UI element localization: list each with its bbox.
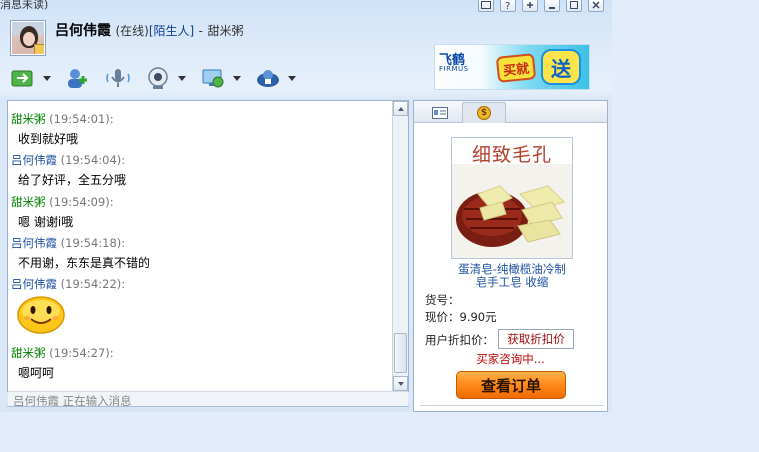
truncated-line: • • (18, 101, 33, 106)
video-icon (148, 67, 168, 89)
message-text: 嗯 谢谢i哦 (18, 215, 74, 229)
message-header: 吕何伟霞 (19:54:22): (11, 276, 125, 292)
smiley-icon (17, 296, 65, 334)
contact-name[interactable]: 吕何伟霞 (55, 23, 111, 39)
consult-status: 买家咨询中... (476, 352, 545, 366)
message-time: (19:54:09): (49, 195, 114, 209)
input-toolbar-edge (7, 406, 409, 412)
contact-header: 吕何伟霞 (在线)[陌生人] - 甜米粥 (55, 20, 243, 40)
svg-text:?: ? (505, 1, 510, 10)
message-text: 收到就好哦 (18, 132, 79, 146)
message-time: (19:54:18): (60, 236, 126, 250)
ad-brand-en: FIRMUS (439, 65, 469, 73)
peer-name: 甜米粥 (207, 24, 244, 38)
add-friend-icon (68, 69, 87, 88)
arrow-up-icon (397, 106, 404, 111)
soap-photo (452, 164, 572, 258)
message-header: 甜米粥 (19:54:09): (11, 194, 114, 210)
message-header: 甜米粥 (19:54:27): (11, 345, 114, 361)
divider (420, 405, 604, 406)
message-text: 不用谢，东东是真不错的 (18, 256, 151, 270)
profile-card-icon (432, 106, 448, 119)
message-sender[interactable]: 吕何伟霞 (11, 277, 57, 291)
scroll-down-button[interactable] (393, 376, 408, 391)
ad-banner[interactable]: 飞鹤 FIRMUS 买就 送 (434, 44, 590, 90)
title-bar: 消息未读) ? (0, 0, 612, 14)
product-image-caption: 细致毛孔 (471, 144, 552, 166)
video-button[interactable] (145, 66, 186, 90)
window-title: 消息未读) (0, 0, 49, 11)
coin-icon: $ (477, 106, 491, 120)
get-discount-button[interactable]: 获取折扣价 (498, 329, 574, 349)
contact-status: (在线) (115, 24, 149, 38)
app-button[interactable] (255, 66, 296, 90)
view-order-button[interactable]: 查看订单 (456, 371, 566, 399)
message-sender[interactable]: 吕何伟霞 (11, 236, 57, 250)
header-separator: - (198, 24, 203, 38)
ad-buy-text: 买就 (495, 53, 537, 83)
item-number-label: 货号： (425, 293, 460, 307)
toolbar (10, 66, 310, 90)
chevron-down-icon[interactable] (178, 75, 186, 81)
arrow-down-icon (397, 381, 404, 386)
avatar[interactable] (10, 20, 46, 56)
chat-scrollbar[interactable] (392, 101, 408, 391)
help-icon[interactable]: ? (500, 0, 516, 12)
side-panel: $ 细致毛孔 蛋清皂-纯橄榄油冷制 皂手工皂 收缩 货号： 现价：9.90元 用… (413, 100, 608, 412)
ad-send-text: 送 (541, 49, 581, 85)
product-name-line: 皂手工皂 收缩 (475, 275, 549, 289)
skin-icon[interactable] (478, 0, 494, 12)
add-friend-button[interactable] (65, 66, 91, 90)
tab-shop[interactable]: $ (462, 102, 506, 123)
message-sender[interactable]: 甜米粥 (11, 112, 46, 126)
price-row: 现价：9.90元 (425, 309, 497, 325)
pin-icon[interactable] (522, 0, 538, 12)
chevron-down-icon[interactable] (288, 75, 296, 81)
remote-assist-button[interactable] (200, 66, 241, 90)
product-image[interactable]: 细致毛孔 (451, 137, 573, 259)
message-sender[interactable]: 甜米粥 (11, 195, 46, 209)
message-time: (19:54:27): (49, 346, 114, 360)
price-value: 9.90元 (459, 310, 497, 324)
message-header: 吕何伟霞 (19:54:04): (11, 152, 125, 168)
maximize-icon[interactable] (566, 0, 582, 12)
message-header: 吕何伟霞 (19:54:18): (11, 235, 125, 251)
app-icon (257, 70, 279, 87)
voice-button[interactable] (105, 66, 131, 90)
product-name-link[interactable]: 蛋清皂-纯橄榄油冷制 皂手工皂 收缩 (422, 263, 602, 289)
chat-window: 消息未读) ? 吕何伟霞 (在线)[陌生人] - 甜米粥 飞鹤 FIRMUS 买… (0, 0, 612, 412)
price-label: 现价： (425, 310, 460, 324)
scroll-thumb[interactable] (394, 333, 407, 373)
tab-profile[interactable] (418, 102, 462, 123)
message-header: 甜米粥 (19:54:01): (11, 111, 114, 127)
message-history[interactable]: • • 甜米粥 (19:54:01): 收到就好哦 吕何伟霞 (19:54:04… (7, 100, 409, 409)
transfer-button[interactable] (10, 66, 51, 90)
discount-label: 用户折扣价： (425, 333, 494, 347)
stranger-link[interactable]: [陌生人] (149, 24, 194, 38)
minimize-icon[interactable] (544, 0, 560, 12)
message-list: • • 甜米粥 (19:54:01): 收到就好哦 吕何伟霞 (19:54:04… (8, 101, 393, 391)
message-sender[interactable]: 甜米粥 (11, 346, 46, 360)
chevron-down-icon[interactable] (43, 75, 51, 81)
message-time: (19:54:22): (60, 277, 126, 291)
window-controls: ? (478, 0, 604, 12)
voice-icon (106, 69, 130, 87)
side-panel-tabs: $ (414, 101, 607, 123)
message-sender[interactable]: 吕何伟霞 (11, 153, 57, 167)
remote-assist-icon (202, 69, 224, 88)
close-icon[interactable] (588, 0, 604, 12)
message-text: 给了好评，全五分哦 (18, 173, 127, 187)
message-time: (19:54:01): (49, 112, 114, 126)
edit-badge-icon (34, 44, 44, 54)
message-text: 嗯呵呵 (18, 366, 55, 380)
transfer-icon (11, 70, 33, 87)
message-time: (19:54:04): (60, 153, 126, 167)
scroll-up-button[interactable] (393, 101, 408, 116)
chevron-down-icon[interactable] (233, 75, 241, 81)
